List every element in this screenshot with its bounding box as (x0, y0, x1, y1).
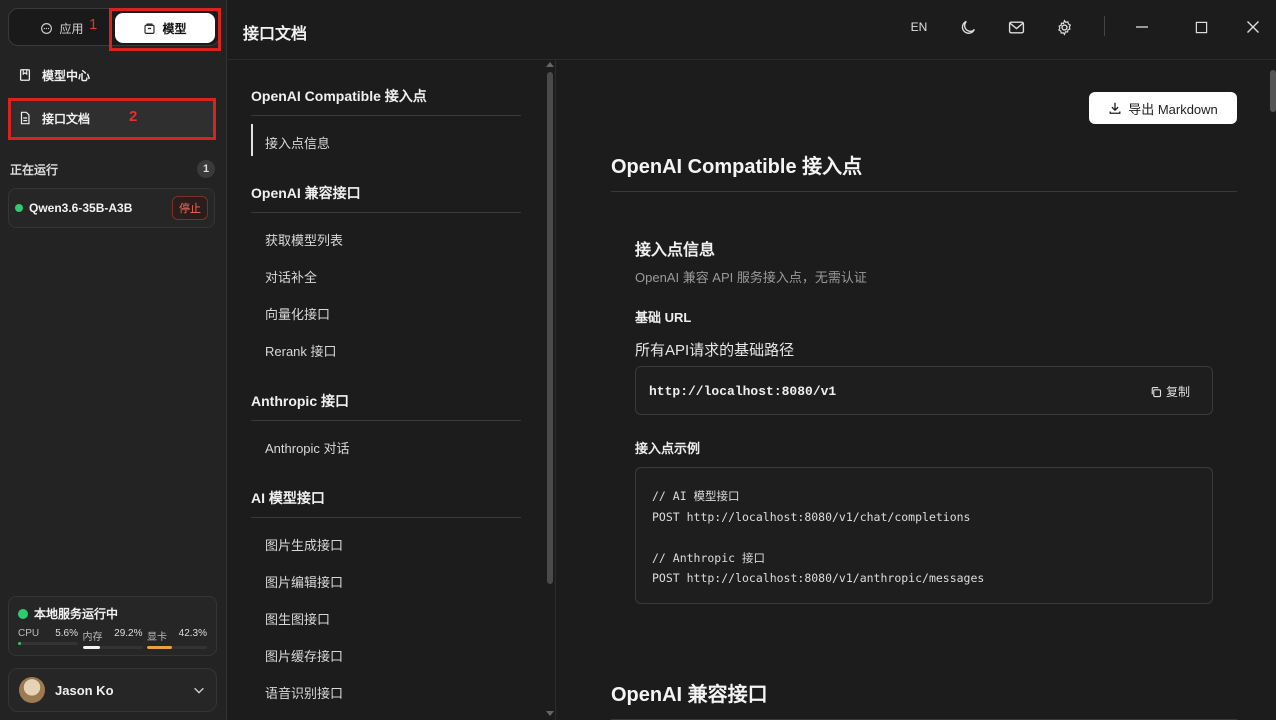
mail-icon (1008, 20, 1024, 34)
gpu-label: 显卡 (147, 632, 167, 643)
gear-icon (1057, 18, 1071, 36)
example-label: 接入点示例 (635, 441, 701, 456)
toc-item[interactable]: 接入点信息 (265, 133, 330, 152)
base-url-box: http://localhost:8080/v1 复制 (635, 366, 1213, 415)
maximize-icon (1195, 21, 1207, 33)
toc-item[interactable]: 图片编辑接口 (265, 572, 343, 591)
gpu-value: 42.3% (178, 628, 207, 639)
section-title: OpenAI Compatible 接入点 (611, 150, 1237, 192)
code-block: // AI 模型接口 POST http://localhost:8080/v1… (635, 467, 1213, 604)
toc-scroll-up-icon[interactable] (546, 62, 554, 67)
toc-scrollbar[interactable] (547, 72, 553, 584)
gpu-metric: 显卡 42.3% (147, 628, 207, 649)
toc-item[interactable]: 向量化接口 (265, 304, 330, 323)
toc-item[interactable]: Rerank 接口 (265, 341, 337, 360)
stop-button[interactable]: 停止 (172, 196, 208, 220)
code-line: POST http://localhost:8080/v1/chat/compl… (652, 509, 971, 524)
endpoint-description: OpenAI 兼容 API 服务接入点，无需认证 (635, 270, 867, 285)
toc-item[interactable]: 图片生成接口 (265, 535, 343, 554)
annotation-box-1 (109, 8, 221, 51)
toc-heading[interactable]: OpenAI Compatible 接入点 (251, 86, 521, 116)
base-url-label: 基础 URL (635, 310, 692, 325)
copy-icon (1151, 386, 1162, 397)
language-toggle-button[interactable]: EN (906, 16, 932, 38)
main-area: 接口文档 EN OpenAI Compatible 接入点 接入点信息 Open… (228, 0, 1276, 720)
settings-button[interactable] (1051, 16, 1077, 38)
sidebar-item-model-center[interactable]: 模型中心 (8, 56, 214, 94)
base-url-value: http://localhost:8080/v1 (649, 384, 837, 399)
toc-item[interactable]: 对话补全 (265, 267, 317, 286)
code-line: POST http://localhost:8080/v1/anthropic/… (652, 571, 985, 585)
running-model-name: Qwen3.6-35B-A3B (29, 201, 133, 215)
copy-label: 复制 (1165, 385, 1190, 399)
toc-item[interactable]: 图生图接口 (265, 609, 330, 628)
download-icon (1109, 102, 1121, 114)
top-bar: 接口文档 EN (228, 0, 1276, 60)
status-dot (15, 204, 23, 212)
memory-value: 29.2% (114, 628, 143, 639)
doc-content: 导出 Markdown OpenAI Compatible 接入点 接入点信息 … (557, 60, 1276, 720)
sidebar-item-label: 模型中心 (42, 68, 91, 83)
export-markdown-button[interactable]: 导出 Markdown (1089, 92, 1237, 124)
close-icon (1247, 21, 1259, 33)
cpu-bar (18, 642, 22, 645)
close-button[interactable] (1240, 16, 1266, 38)
minimize-icon (1136, 26, 1148, 28)
sidebar: 应用 模型 1 模型中心 接口文档 2 正在运行 1 Qwen3.6-35B-A… (0, 0, 227, 720)
running-section-header: 正在运行 1 (10, 160, 215, 178)
content-scrollbar[interactable] (1270, 70, 1276, 112)
gpu-bar (147, 646, 173, 649)
mail-button[interactable] (1003, 16, 1029, 38)
bookmark-icon (19, 69, 31, 81)
toc-active-indicator (251, 124, 253, 156)
code-line: // Anthropic 接口 (652, 550, 766, 565)
app-window: 应用 模型 1 模型中心 接口文档 2 正在运行 1 Qwen3.6-35B-A… (0, 0, 1276, 720)
toc-item[interactable]: Anthropic 对话 (265, 438, 350, 457)
toc-scroll-down-icon[interactable] (546, 711, 554, 716)
endpoint-title: 接入点信息 (635, 242, 716, 259)
user-menu[interactable]: Jason Ko (8, 668, 217, 712)
running-title: 正在运行 (10, 162, 59, 177)
toc-item[interactable]: 图片缓存接口 (265, 646, 343, 665)
running-model-card: Qwen3.6-35B-A3B 停止 (8, 188, 215, 228)
memory-metric: 内存 29.2% (82, 628, 143, 649)
memory-bar (82, 646, 101, 649)
chevron-down-icon (194, 687, 204, 694)
base-url-description: 所有API请求的基础路径 (635, 342, 795, 359)
copy-button[interactable]: 复制 (1150, 383, 1190, 400)
toolbar-divider (1104, 16, 1105, 36)
section-title: OpenAI 兼容接口 (611, 678, 1237, 720)
chat-bubble-icon (41, 22, 53, 34)
tab-app-label: 应用 (59, 21, 84, 36)
cpu-metric: CPU 5.6% (18, 628, 78, 649)
memory-label: 内存 (82, 632, 103, 643)
toc-heading[interactable]: AI 模型接口 (251, 488, 521, 518)
service-status-dot (18, 608, 28, 619)
maximize-button[interactable] (1188, 16, 1214, 38)
toc-heading[interactable]: Anthropic 接口 (251, 391, 521, 421)
minimize-button[interactable] (1129, 16, 1155, 38)
cpu-value: 5.6% (55, 628, 78, 639)
annotation-box-2 (8, 98, 216, 140)
toc-item[interactable]: 获取模型列表 (265, 230, 343, 249)
user-name: Jason Ko (55, 682, 114, 698)
avatar (19, 677, 45, 703)
toc-heading[interactable]: OpenAI 兼容接口 (251, 183, 521, 213)
moon-icon (961, 20, 975, 34)
code-line: // AI 模型接口 (652, 489, 740, 503)
service-status-card: 本地服务运行中 CPU 5.6% 内存 29.2% 显卡 42.3% (8, 596, 217, 656)
table-of-contents: OpenAI Compatible 接入点 接入点信息 OpenAI 兼容接口 … (228, 60, 556, 720)
page-title: 接口文档 (243, 26, 308, 43)
theme-toggle-button[interactable] (955, 16, 981, 38)
toc-item[interactable]: 语音识别接口 (265, 683, 343, 702)
export-label: 导出 Markdown (1128, 101, 1218, 117)
annotation-marker-1: 1 (89, 16, 98, 33)
cpu-label: CPU (18, 628, 40, 639)
running-count-badge: 1 (197, 160, 215, 178)
service-status-title: 本地服务运行中 (34, 607, 119, 621)
